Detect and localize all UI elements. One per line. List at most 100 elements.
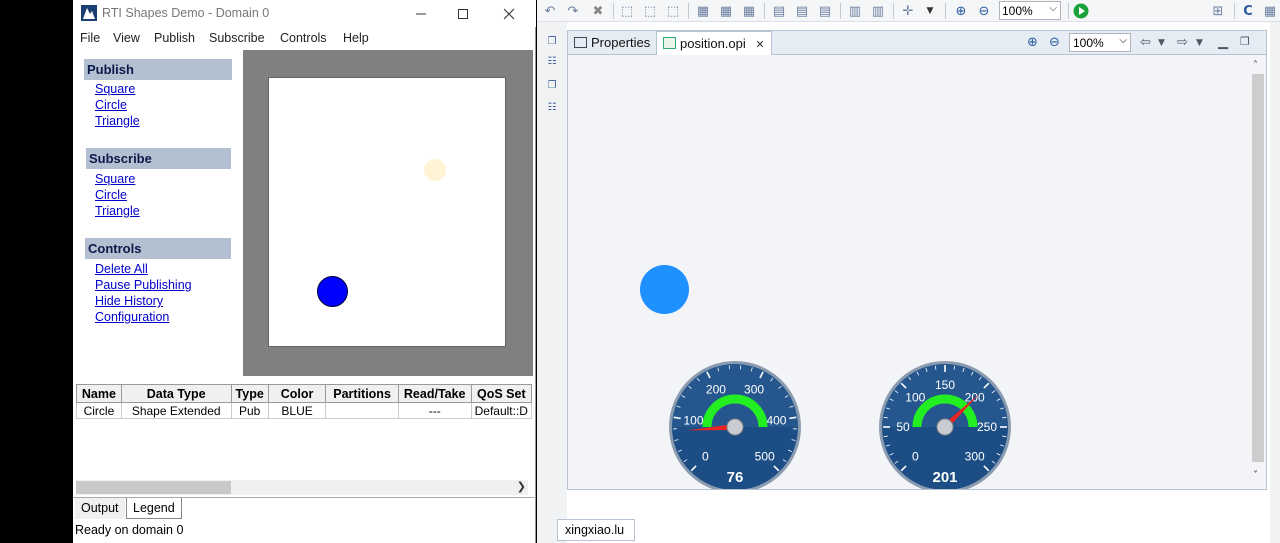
entities-table: Name Data Type Type Color Partitions Rea… <box>76 384 532 420</box>
toolbar-zoom-value: 100% <box>1002 4 1033 18</box>
minimize-icon[interactable]: ▁ <box>1218 35 1228 50</box>
zoom-out-icon[interactable]: ⊖ <box>1049 35 1060 50</box>
scrollbar-thumb[interactable] <box>76 481 231 494</box>
chevron-down-icon[interactable]: ▼ <box>1158 38 1165 48</box>
restore-icon-2[interactable]: ❐ <box>544 78 560 92</box>
distribute-h-icon[interactable]: ▦ <box>694 2 712 20</box>
col-qos-set[interactable]: QoS Set <box>470 384 532 403</box>
user-status-tab[interactable]: xingxiao.lu <box>557 519 635 541</box>
publish-circle-link[interactable]: Circle <box>95 98 127 112</box>
undo-icon[interactable]: ↶ <box>541 2 559 20</box>
delete-icon[interactable]: ✖ <box>589 2 607 20</box>
menu-view[interactable]: View <box>113 31 140 45</box>
title-bar: RTI Shapes Demo - Domain 0 <box>73 0 536 27</box>
chevron-down-icon: ⌵ <box>1049 3 1057 14</box>
subscribe-triangle-link[interactable]: Triangle <box>95 204 140 218</box>
maximize-icon[interactable] <box>440 0 486 27</box>
tab-position-opi[interactable]: position.opi ✕ <box>656 31 772 55</box>
subscribe-square-link[interactable]: Square <box>95 172 135 186</box>
menu-controls[interactable]: Controls <box>280 31 327 45</box>
tab-properties-label: Properties <box>591 35 651 50</box>
open-perspective-icon[interactable]: ⊞ <box>1209 2 1227 20</box>
editor-zoom-value: 100% <box>1073 36 1104 50</box>
configuration-link[interactable]: Configuration <box>95 310 169 324</box>
redo-icon[interactable]: ↷ <box>564 2 582 20</box>
bottom-tab-bar: Output Legend <box>73 497 536 519</box>
tab-output[interactable]: Output <box>75 498 125 519</box>
col-partitions[interactable]: Partitions <box>325 384 399 403</box>
pause-publishing-link[interactable]: Pause Publishing <box>95 278 192 292</box>
order-front-icon[interactable]: ▤ <box>770 2 788 20</box>
zoom-out-icon[interactable]: ⊖ <box>975 2 993 20</box>
table-header-row: Name Data Type Type Color Partitions Rea… <box>76 384 532 403</box>
layout-v-icon[interactable]: ▥ <box>846 2 864 20</box>
snap-grid-icon[interactable]: ✛ <box>899 2 917 20</box>
zoom-in-icon[interactable]: ⊕ <box>1027 35 1038 50</box>
cell-color: BLUE <box>267 402 327 419</box>
publish-square-link[interactable]: Square <box>95 82 135 96</box>
restore-icon[interactable]: ❐ <box>544 34 560 48</box>
close-icon[interactable] <box>486 0 532 27</box>
cell-data-type: Shape Extended <box>120 402 232 419</box>
shapes-canvas[interactable] <box>268 77 506 347</box>
gauge-tick-label: 300 <box>744 383 764 397</box>
zoom-in-icon[interactable]: ⊕ <box>952 2 970 20</box>
order-back-icon[interactable]: ▤ <box>793 2 811 20</box>
gauge-value-label: 76 <box>727 469 744 486</box>
opi-editor-perspective-icon[interactable]: ▦ <box>1261 2 1279 20</box>
blue-circle-shape <box>317 276 348 307</box>
align-left-icon[interactable]: ⬚ <box>618 2 636 20</box>
chevron-down-icon[interactable]: ▼ <box>1196 38 1203 48</box>
col-data-type[interactable]: Data Type <box>120 384 232 403</box>
maximize-icon[interactable]: ❐ <box>1240 35 1250 48</box>
align-right-icon[interactable]: ⬚ <box>664 2 682 20</box>
chevron-up-icon[interactable]: ˄ <box>1253 60 1258 71</box>
menu-subscribe[interactable]: Subscribe <box>209 31 265 45</box>
cs-studio-perspective-icon[interactable]: C <box>1239 2 1257 20</box>
match-size-icon[interactable]: ▦ <box>740 2 758 20</box>
col-name[interactable]: Name <box>76 384 122 403</box>
col-type[interactable]: Type <box>230 384 269 403</box>
hide-history-link[interactable]: Hide History <box>95 294 163 308</box>
close-icon[interactable]: ✕ <box>755 39 764 51</box>
distribute-v-icon[interactable]: ▦ <box>717 2 735 20</box>
menu-help[interactable]: Help <box>343 31 369 45</box>
align-center-icon[interactable]: ⬚ <box>641 2 659 20</box>
back-icon[interactable]: ⇦ <box>1140 35 1151 50</box>
minimize-icon[interactable] <box>398 0 444 27</box>
editor-vertical-scrollbar[interactable]: ˄ ˅ <box>1250 56 1266 489</box>
opi-display-canvas[interactable]: 0 100 200 300 400 500 76 0 50 100 150 200 250 300 201 <box>568 56 1251 489</box>
gauges-layer: 0 100 200 300 400 500 76 0 50 100 150 200 250 300 201 <box>669 361 1011 489</box>
tab-properties[interactable]: Properties <box>568 31 656 55</box>
forward-icon[interactable]: ⇨ <box>1177 35 1188 50</box>
delete-all-link[interactable]: Delete All <box>95 262 148 276</box>
table-row[interactable]: Circle Shape Extended Pub BLUE --- Defau… <box>76 402 532 419</box>
gauge-tick-label: 300 <box>965 450 985 464</box>
layout-h-icon[interactable]: ▥ <box>869 2 887 20</box>
editor-area: Properties position.opi ✕ ⊕ ⊖ 100% ⌵ ⇦ ▼… <box>567 30 1267 490</box>
opi-file-icon <box>663 37 676 49</box>
chevron-down-icon[interactable]: ˅ <box>1253 470 1258 481</box>
scrollbar-thumb[interactable] <box>1252 74 1264 462</box>
tab-legend[interactable]: Legend <box>126 498 182 519</box>
run-icon[interactable] <box>1072 2 1090 20</box>
editor-zoom-select[interactable]: 100% ⌵ <box>1069 33 1131 52</box>
chevron-right-icon[interactable]: ❯ <box>517 480 526 493</box>
ide-window: ↶ ↷ ✖ ⬚ ⬚ ⬚ ▦ ▦ ▦ ▤ ▤ ▤ ▥ ▥ ✛ ▼ ⊕ ⊖ 100%… <box>537 0 1280 543</box>
tree-icon[interactable]: ☷ <box>544 100 560 114</box>
menu-publish[interactable]: Publish <box>154 31 195 45</box>
chevron-down-icon[interactable]: ▼ <box>921 2 939 20</box>
table-horizontal-scrollbar[interactable]: ❯ <box>76 480 528 495</box>
order-up-icon[interactable]: ▤ <box>816 2 834 20</box>
col-read-take[interactable]: Read/Take <box>397 384 472 403</box>
cell-name: Circle <box>76 402 122 419</box>
tab-position-label: position.opi <box>680 36 746 51</box>
properties-icon <box>574 37 587 48</box>
gauge-hub <box>726 418 744 436</box>
outline-icon[interactable]: ☷ <box>544 54 560 68</box>
subscribe-circle-link[interactable]: Circle <box>95 188 127 202</box>
menu-file[interactable]: File <box>80 31 100 45</box>
publish-triangle-link[interactable]: Triangle <box>95 114 140 128</box>
col-color[interactable]: Color <box>267 384 327 403</box>
toolbar-zoom-select[interactable]: 100% ⌵ <box>999 1 1061 20</box>
